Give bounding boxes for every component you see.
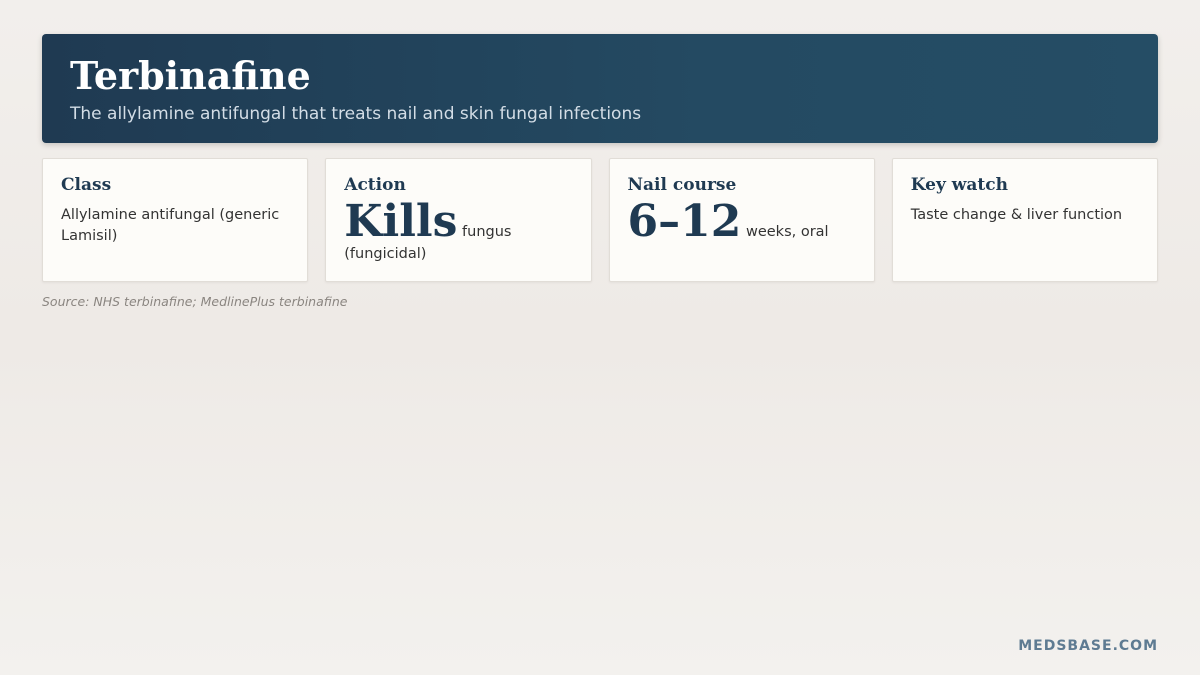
header-banner: Terbinafine The allylamine antifungal th… xyxy=(42,34,1158,143)
source-note: Source: NHS terbinafine; MedlinePlus ter… xyxy=(42,294,348,309)
fact-cards: Class Allylamine antifungal (generic Lam… xyxy=(42,158,1158,282)
card-nail-course-label: Nail course xyxy=(627,175,737,195)
card-key-watch-text: Taste change & liver function xyxy=(910,207,1123,223)
card-class: Class Allylamine antifungal (generic Lam… xyxy=(42,158,309,282)
card-nail-course-value-text: weeks, oral xyxy=(745,224,829,240)
card-action: Action Kills fungus (fungicidal) xyxy=(325,158,592,282)
card-nail-course-stat: 6–12 weeks, oral xyxy=(628,200,856,244)
card-key-watch: Key watch Taste change & liver function xyxy=(891,158,1158,282)
card-action-label: Action xyxy=(344,175,406,195)
page-subtitle: The allylamine antifungal that treats na… xyxy=(70,104,642,124)
card-nail-course: Nail course 6–12 weeks, oral xyxy=(608,158,875,282)
card-action-stat: Kills fungus (fungicidal) xyxy=(344,200,572,265)
card-nail-course-big-value: 6–12 xyxy=(627,196,742,247)
card-action-big-value: Kills xyxy=(344,196,458,247)
card-key-watch-label: Key watch xyxy=(910,175,1008,195)
page-title: Terbinafine xyxy=(70,53,311,98)
card-class-text: Allylamine antifungal (generic Lamisil) xyxy=(61,207,280,244)
brand-watermark[interactable]: MEDSBASE.COM xyxy=(1018,638,1158,654)
card-class-label: Class xyxy=(61,175,112,195)
